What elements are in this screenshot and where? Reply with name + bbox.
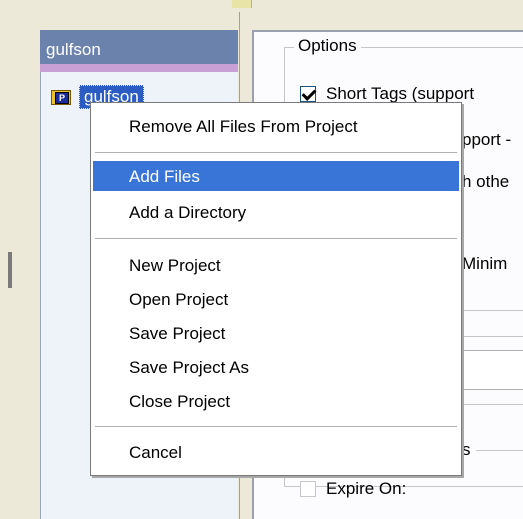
left-dock-edge xyxy=(0,12,28,519)
short-tags-checkbox[interactable] xyxy=(300,86,316,102)
expire-on-label: Expire On: xyxy=(326,479,407,498)
options-group-title: Options xyxy=(294,36,361,56)
divider xyxy=(462,404,523,405)
option-fragment-other: h othe xyxy=(462,172,510,191)
short-tags-label: Short Tags (support xyxy=(326,84,475,103)
project-folder-icon: P xyxy=(51,88,73,106)
menu-item-remove-all-files[interactable]: Remove All Files From Project xyxy=(93,111,459,141)
expire-section-fragment: s xyxy=(462,440,471,459)
menu-separator xyxy=(95,426,457,427)
options-text-input[interactable] xyxy=(462,350,523,390)
menu-item-add-files[interactable]: Add Files xyxy=(93,161,459,191)
project-panel-header: gulfson xyxy=(40,30,238,64)
splitter-handle[interactable] xyxy=(8,252,12,288)
menu-separator xyxy=(95,238,457,239)
menu-separator xyxy=(95,152,457,153)
option-fragment-support: pport - xyxy=(462,130,512,149)
menu-item-new-project[interactable]: New Project xyxy=(93,250,459,280)
divider xyxy=(462,310,523,311)
divider xyxy=(462,336,523,337)
menu-item-save-project-as[interactable]: Save Project As xyxy=(93,352,459,382)
option-fragment-minimize: Minim xyxy=(462,254,508,273)
expire-on-checkbox[interactable] xyxy=(300,481,316,497)
context-menu: Remove All Files From Project Add Files … xyxy=(90,102,462,476)
short-tags-option[interactable]: Short Tags (support xyxy=(300,84,474,104)
menu-item-close-project[interactable]: Close Project xyxy=(93,386,459,416)
menu-item-open-project[interactable]: Open Project xyxy=(93,284,459,314)
project-panel-stripe xyxy=(40,64,238,72)
expire-on-option[interactable]: Expire On: xyxy=(300,479,406,499)
menu-item-add-directory[interactable]: Add a Directory xyxy=(93,197,459,227)
menu-item-save-project[interactable]: Save Project xyxy=(93,318,459,348)
divider xyxy=(476,450,523,451)
menu-item-cancel[interactable]: Cancel xyxy=(93,437,459,467)
toolbar-strip xyxy=(0,0,523,12)
toolbar-grip[interactable] xyxy=(232,0,252,8)
